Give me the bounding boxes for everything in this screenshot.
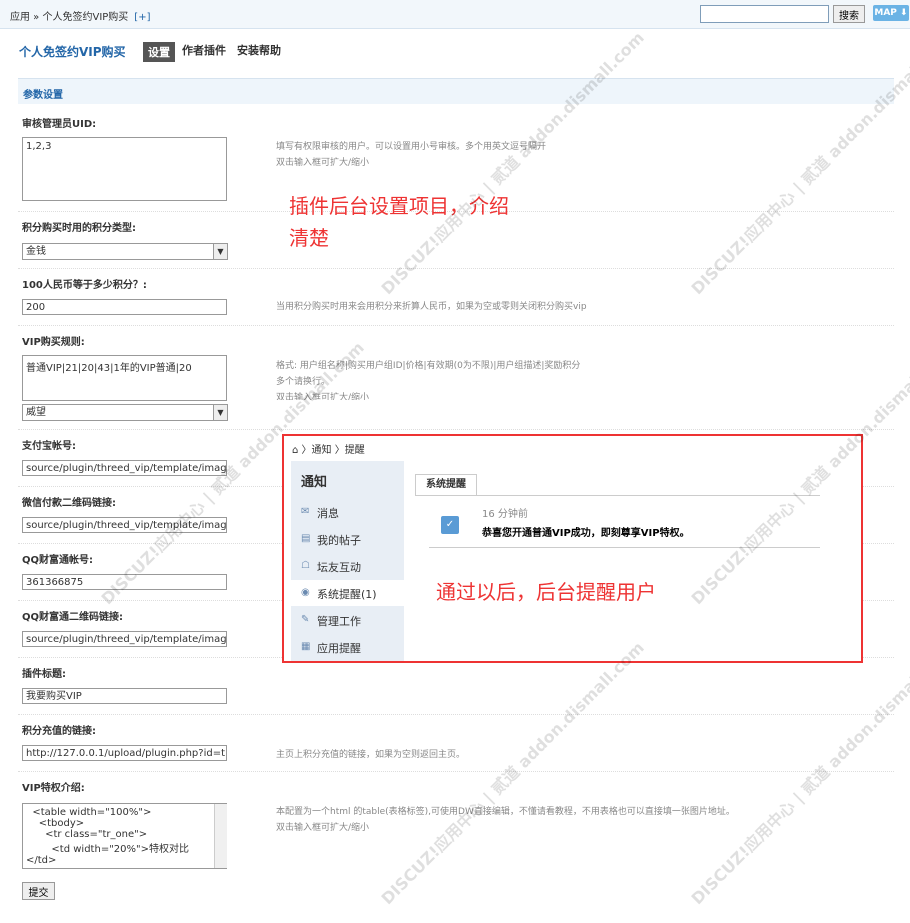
watermark: DISCUZ!应用中心 | 贰道 addon.dismall.com: [687, 637, 910, 909]
envelope-icon: ✉: [301, 506, 310, 517]
uid-textarea[interactable]: 1,2,3: [22, 137, 227, 201]
uid-hint-1: 填写有权限审核的用户。可以设置用小号审核。多个用英文逗号隔开: [276, 142, 547, 152]
row-divider: [18, 429, 894, 430]
qq-label: QQ财富通帐号:: [22, 555, 94, 566]
row-divider: [18, 325, 894, 326]
wechat-input[interactable]: source/plugin/threed_vip/template/imag: [22, 517, 227, 533]
recharge-label: 积分充值的链接:: [22, 726, 96, 737]
uid-hint-2: 双击输入框可扩大/缩小: [276, 158, 370, 168]
wechat-label: 微信付款二维码链接:: [22, 498, 116, 509]
sidebar-item-label: 消息: [317, 507, 339, 520]
vip-rule-select-value: 威望: [26, 407, 46, 418]
system-icon: ◉: [301, 587, 310, 598]
qq-qr-input[interactable]: source/plugin/threed_vip/template/imag: [22, 631, 227, 647]
sidebar-item-label: 应用提醒: [317, 642, 361, 655]
watermark: DISCUZ!应用中心 | 贰道 addon.dismall.com: [377, 27, 648, 299]
rmb-input[interactable]: 200: [22, 299, 227, 315]
sidebar-item-label: 管理工作: [317, 615, 361, 628]
vip-intro-hint-1: 本配置为一个html 的table(表格标签),可使用DW直接编辑，不懂请看教程…: [276, 807, 735, 817]
tab-author-plugins[interactable]: 作者插件: [182, 42, 226, 58]
top-bar: 应用 » 个人免签约VIP购买 [+] 搜索 MAP ⬇: [0, 0, 910, 29]
document-icon: ▤: [301, 533, 311, 544]
sidebar-item-app-notices[interactable]: ▦ 应用提醒: [291, 634, 404, 660]
map-button[interactable]: MAP ⬇: [873, 5, 909, 21]
credit-type-select[interactable]: 金钱 ▼: [22, 243, 228, 260]
vip-rule-hint-2: 多个请换行。: [276, 377, 331, 387]
notice-icon: ✓: [441, 516, 459, 534]
sidebar-item-label: 我的帖子: [317, 534, 361, 547]
recharge-hint: 主页上积分充值的链接，如果为空则返回主页。: [276, 750, 466, 760]
vip-intro-hint-2: 双击输入框可扩大/缩小: [276, 823, 370, 833]
people-icon: ☖: [301, 560, 310, 571]
watermark: DISCUZ!应用中心 | 贰道 addon.dismall.com: [687, 28, 910, 299]
pencil-icon: ✎: [301, 614, 310, 625]
alipay-input[interactable]: source/plugin/threed_vip/template/imag: [22, 460, 227, 476]
qq-qr-label: QQ财富通二维码链接:: [22, 612, 124, 623]
vip-rule-select[interactable]: 威望 ▼: [22, 404, 228, 421]
plugin-title-label: 插件标题:: [22, 669, 66, 680]
uid-label: 审核管理员UID:: [22, 119, 97, 130]
sidebar-item-my-posts[interactable]: ▤ 我的帖子: [291, 526, 404, 552]
add-shortcut-link[interactable]: [+]: [134, 12, 150, 23]
rmb-hint: 当用积分购买时用来会用积分来折算人民币，如果为空或零则关闭积分购买vip: [276, 302, 587, 312]
qq-input[interactable]: 361366875: [22, 574, 227, 590]
annotation-settings: 插件后台设置项目，介绍 清楚: [289, 194, 509, 250]
vip-rule-hint-3: 双击输入框可扩大/缩小: [276, 393, 370, 400]
chevron-down-icon: ▼: [213, 244, 227, 259]
sidebar-item-label: 系统提醒(1): [317, 588, 377, 601]
section-title: 参数设置: [23, 90, 63, 101]
vip-intro-textarea[interactable]: <table width="100%"> <tbody> <tr class="…: [22, 803, 227, 869]
rmb-label: 100人民币等于多少积分？:: [22, 280, 147, 291]
notification-sidebar: 通知 ✉ 消息 ▤ 我的帖子 ☖ 坛友互动 ◉ 系统提醒(1) ✎ 管理工作 ▦ 应用提醒: [291, 461, 404, 661]
vip-rule-textarea[interactable]: 普通VIP|21|20|43|1年的VIP普通|20: [22, 355, 227, 401]
submit-button[interactable]: 提交: [22, 882, 55, 900]
section-header: 参数设置: [18, 78, 894, 104]
sidebar-item-admin-work[interactable]: ✎ 管理工作: [291, 607, 404, 633]
row-divider: [18, 268, 894, 269]
chevron-down-icon: ▼: [213, 405, 227, 420]
watermark: DISCUZ!应用中心 | 贰道 addon.dismall.com: [377, 637, 648, 909]
credit-type-label: 积分购买时用的积分类型:: [22, 223, 136, 234]
credit-type-value: 金钱: [26, 246, 46, 257]
row-divider: [18, 714, 894, 715]
notification-screenshot: ⌂ 〉通知 〉提醒 通知 ✉ 消息 ▤ 我的帖子 ☖ 坛友互动 ◉ 系统提醒(1) ✎ 管…: [282, 434, 863, 663]
vip-rule-hint-1: 格式: 用户组名称|购买用户组ID|价格|有效期(0为不限)|用户组描述|奖励积…: [276, 361, 581, 371]
breadcrumb: 应用 » 个人免签约VIP购买 [+]: [10, 8, 150, 23]
tab-settings[interactable]: 设置: [143, 42, 175, 62]
plugin-title: 个人免签约VIP购买: [19, 45, 126, 59]
tab-install-help[interactable]: 安装帮助: [237, 42, 281, 58]
alipay-label: 支付宝帐号:: [22, 441, 76, 452]
tab-divider: [415, 495, 820, 496]
vip-rule-label: VIP购买规则:: [22, 337, 85, 348]
sidebar-item-messages[interactable]: ✉ 消息: [291, 499, 404, 525]
breadcrumb-text: 应用 » 个人免签约VIP购买: [10, 12, 129, 23]
scrollbar[interactable]: [214, 804, 227, 868]
popup-breadcrumb: ⌂ 〉通知 〉提醒: [292, 445, 365, 456]
tab-system-notices[interactable]: 系统提醒: [415, 474, 477, 495]
vip-intro-label: VIP特权介绍:: [22, 783, 85, 794]
sidebar-title: 通知: [301, 475, 328, 490]
annotation-notify: 通过以后，后台提醒用户: [436, 580, 656, 604]
plugin-title-input[interactable]: 我要购买VIP: [22, 688, 227, 704]
search-input[interactable]: [700, 5, 829, 23]
sidebar-item-interaction[interactable]: ☖ 坛友互动: [291, 553, 404, 579]
grid-icon: ▦: [301, 641, 311, 652]
notification-item: ✓ 16 分钟前 恭喜您开通普通VIP成功，即刻尊享VIP特权。: [429, 502, 820, 548]
notice-time: 16 分钟前: [482, 509, 528, 520]
row-divider: [18, 771, 894, 772]
recharge-input[interactable]: http://127.0.0.1/upload/plugin.php?id=t: [22, 745, 227, 761]
notice-message: 恭喜您开通普通VIP成功，即刻尊享VIP特权。: [482, 528, 690, 539]
sidebar-item-system-notices[interactable]: ◉ 系统提醒(1): [291, 580, 404, 606]
search-button[interactable]: 搜索: [833, 5, 865, 23]
sidebar-item-label: 坛友互动: [317, 561, 361, 574]
